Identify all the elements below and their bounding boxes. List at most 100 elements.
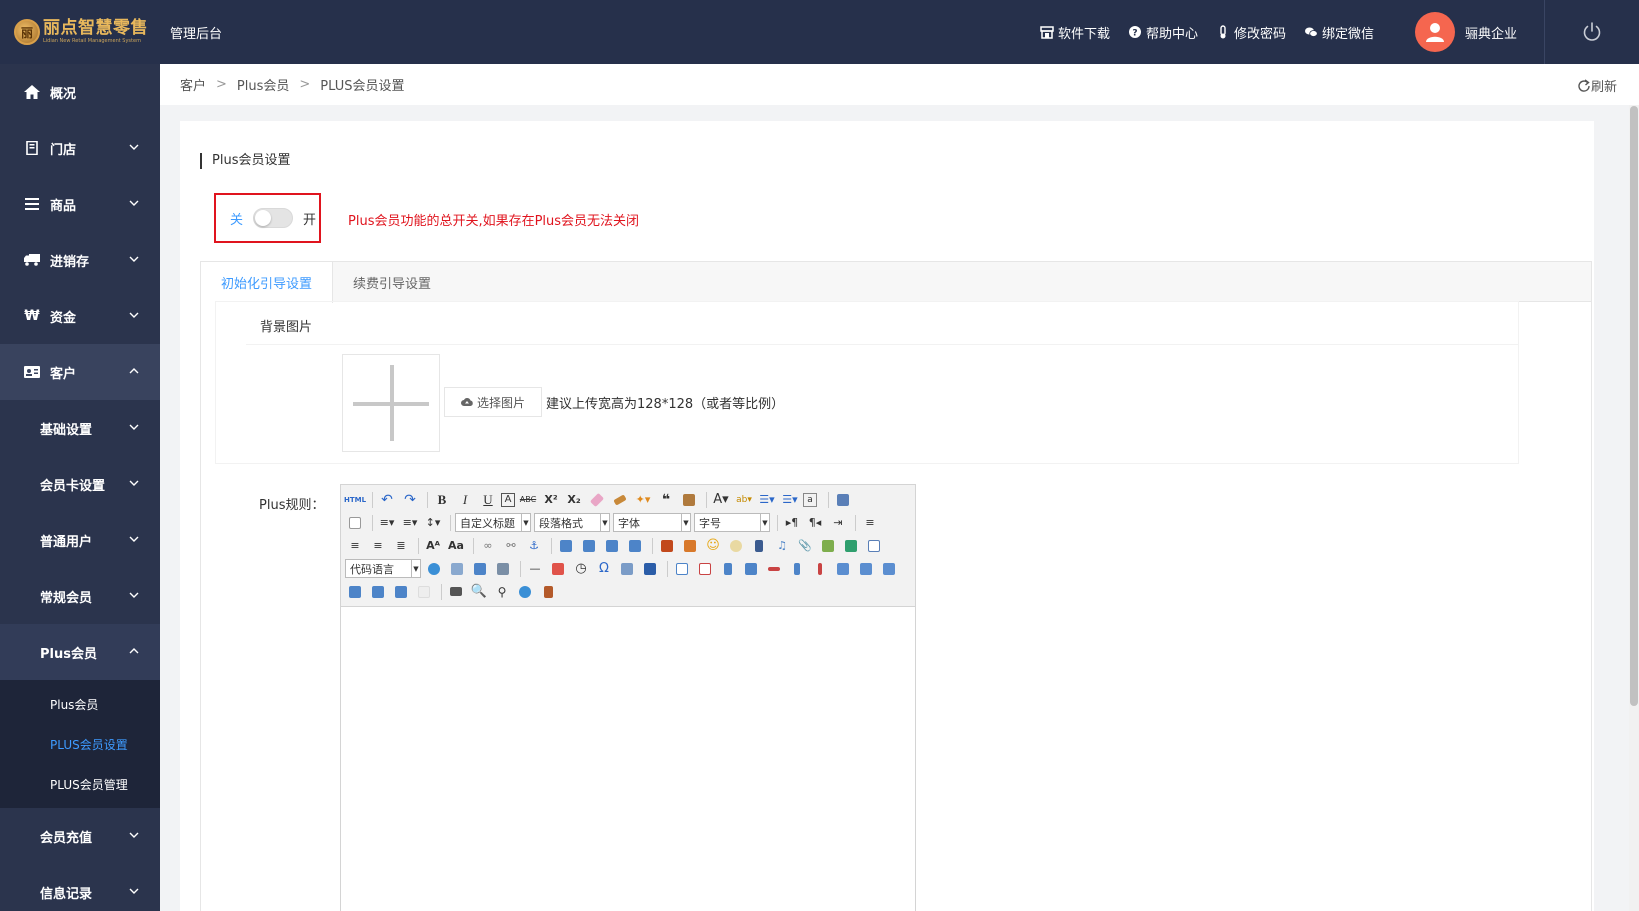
- brand-logo[interactable]: 丽 丽点智慧零售 Lidian New Retail Management Sy…: [0, 0, 160, 64]
- merge-down-icon[interactable]: [879, 559, 899, 579]
- strikethrough-icon[interactable]: ABC: [518, 490, 538, 510]
- ltr-icon[interactable]: ▸¶: [782, 513, 802, 533]
- drafts-icon[interactable]: [538, 582, 558, 602]
- indent-icon[interactable]: ⇥: [828, 513, 848, 533]
- sidebar-item-customer[interactable]: 客户: [0, 344, 160, 400]
- change-password-link[interactable]: 修改密码: [1216, 23, 1286, 42]
- unlink-icon[interactable]: ⚯: [501, 536, 521, 556]
- image-right-icon[interactable]: [602, 536, 622, 556]
- line-height-icon[interactable]: ↕▾: [423, 513, 443, 533]
- preview-icon[interactable]: 🔍: [469, 582, 489, 602]
- align-right-icon[interactable]: ≡: [368, 536, 388, 556]
- split-to-cols-icon[interactable]: [391, 582, 411, 602]
- date-icon[interactable]: [548, 559, 568, 579]
- emotion-icon[interactable]: ☺: [703, 536, 723, 556]
- sidebar-leaf-plus-member[interactable]: Plus会员: [0, 684, 160, 724]
- software-download-link[interactable]: 软件下载: [1040, 23, 1110, 42]
- sidebar-sub-info-records[interactable]: 信息记录: [0, 864, 160, 911]
- align-justify-icon[interactable]: ≣: [391, 536, 411, 556]
- insert-image-icon[interactable]: [680, 536, 700, 556]
- font-color-icon[interactable]: A▾: [711, 490, 731, 510]
- subscript-icon[interactable]: X₂: [564, 490, 584, 510]
- help-center-link[interactable]: ? 帮助中心: [1128, 23, 1198, 42]
- code-language-select[interactable]: 代码语言 ▼: [345, 559, 421, 578]
- tab-renewal-guide[interactable]: 续费引导设置: [333, 262, 451, 302]
- clear-doc-icon[interactable]: [345, 513, 365, 533]
- help-icon[interactable]: [515, 582, 535, 602]
- image-upload-box[interactable]: [342, 354, 440, 452]
- sidebar-sub-normal-users[interactable]: 普通用户: [0, 512, 160, 568]
- insert-code-icon[interactable]: [864, 536, 884, 556]
- anchor-text-icon[interactable]: a: [803, 492, 817, 507]
- font-family-select[interactable]: 字体 ▼: [613, 513, 691, 532]
- delete-row-icon[interactable]: [764, 559, 784, 579]
- sidebar-sub-card-settings[interactable]: 会员卡设置: [0, 456, 160, 512]
- paragraph-format-select[interactable]: 段落格式 ▼: [534, 513, 610, 532]
- editor-content-area[interactable]: [341, 607, 915, 911]
- redo-icon[interactable]: ↷: [400, 490, 420, 510]
- search-replace-icon[interactable]: ⚲: [492, 582, 512, 602]
- web-app-icon[interactable]: [424, 559, 444, 579]
- sidebar-leaf-plus-management[interactable]: PLUS会员管理: [0, 764, 160, 804]
- breadcrumb-item-customer[interactable]: 客户: [180, 75, 206, 94]
- horizontal-rule-icon[interactable]: —: [525, 559, 545, 579]
- align-center-icon[interactable]: ≡: [345, 536, 365, 556]
- superscript-icon[interactable]: X²: [541, 490, 561, 510]
- split-to-rows-icon[interactable]: [368, 582, 388, 602]
- link-icon[interactable]: ∞: [478, 536, 498, 556]
- font-border-icon[interactable]: A: [501, 492, 515, 507]
- ordered-list-icon[interactable]: ☰▾: [757, 490, 777, 510]
- insert-video-icon[interactable]: [749, 536, 769, 556]
- sidebar-item-overview[interactable]: 概况: [0, 64, 160, 120]
- delete-col-icon[interactable]: [810, 559, 830, 579]
- merge-cells-icon[interactable]: [833, 559, 853, 579]
- sidebar-sub-regular-members[interactable]: 常规会员: [0, 568, 160, 624]
- row-spacing-bottom-icon[interactable]: ≡▾: [400, 513, 420, 533]
- logout-button[interactable]: [1544, 0, 1639, 64]
- background-icon[interactable]: [493, 559, 513, 579]
- music-icon[interactable]: ♫: [772, 536, 792, 556]
- html-source-icon[interactable]: HTML: [344, 490, 366, 510]
- to-lowercase-icon[interactable]: Aa: [446, 536, 466, 556]
- sidebar-sub-basic-settings[interactable]: 基础设置: [0, 400, 160, 456]
- to-uppercase-icon[interactable]: Aᴬ: [423, 536, 443, 556]
- tab-initial-guide[interactable]: 初始化引导设置: [201, 262, 334, 303]
- align-left-icon[interactable]: ≡: [860, 513, 880, 533]
- format-brush-icon[interactable]: [610, 490, 630, 510]
- italic-icon[interactable]: I: [455, 490, 475, 510]
- insert-frame-icon[interactable]: [818, 536, 838, 556]
- image-left-icon[interactable]: [579, 536, 599, 556]
- insert-row-icon[interactable]: [741, 559, 761, 579]
- image-none-icon[interactable]: [556, 536, 576, 556]
- split-to-cells-icon[interactable]: [345, 582, 365, 602]
- charts-icon[interactable]: [414, 582, 434, 602]
- rtl-icon[interactable]: ¶◂: [805, 513, 825, 533]
- simple-upload-icon[interactable]: [657, 536, 677, 556]
- unordered-list-icon[interactable]: ☰▾: [780, 490, 800, 510]
- merge-right-icon[interactable]: [856, 559, 876, 579]
- row-spacing-top-icon[interactable]: ≡▾: [377, 513, 397, 533]
- sidebar-item-funds[interactable]: ₩ 资金: [0, 288, 160, 344]
- breadcrumb-item-plus[interactable]: Plus会员: [237, 75, 289, 94]
- font-size-select[interactable]: 字号 ▼: [694, 513, 770, 532]
- sidebar-item-store[interactable]: 门店: [0, 120, 160, 176]
- plus-enable-switch[interactable]: [253, 208, 294, 228]
- sidebar-item-goods[interactable]: 商品: [0, 176, 160, 232]
- time-icon[interactable]: ◷: [571, 559, 591, 579]
- magic-wand-icon[interactable]: ✦▾: [633, 490, 653, 510]
- eraser-icon[interactable]: [587, 490, 607, 510]
- scrollbar-thumb[interactable]: [1630, 106, 1638, 706]
- refresh-button[interactable]: 刷新: [1577, 76, 1617, 95]
- sidebar-sub-member-recharge[interactable]: 会员充值: [0, 808, 160, 864]
- insert-table-icon[interactable]: [672, 559, 692, 579]
- undo-icon[interactable]: ↶: [377, 490, 397, 510]
- template-icon[interactable]: [470, 559, 490, 579]
- scrawl-icon[interactable]: [726, 536, 746, 556]
- bold-icon[interactable]: B: [432, 490, 452, 510]
- choose-image-button[interactable]: 选择图片: [444, 387, 542, 417]
- insert-col-icon[interactable]: [787, 559, 807, 579]
- gmap-icon[interactable]: [841, 536, 861, 556]
- delete-table-icon[interactable]: [695, 559, 715, 579]
- image-center-icon[interactable]: [625, 536, 645, 556]
- underline-icon[interactable]: U: [478, 490, 498, 510]
